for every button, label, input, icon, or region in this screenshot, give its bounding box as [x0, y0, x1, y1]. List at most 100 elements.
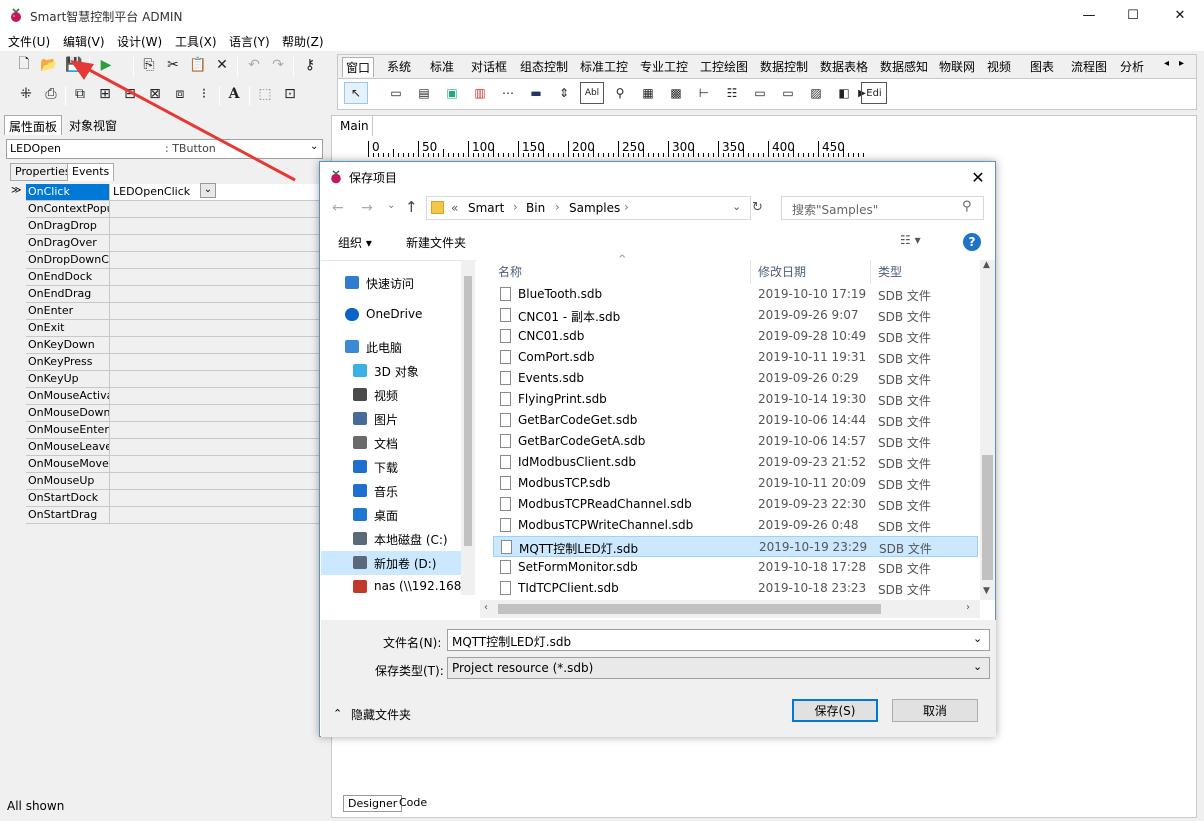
event-row[interactable]: OnKeyUp	[10, 371, 320, 388]
event-row[interactable]: OnMouseDown	[10, 405, 320, 422]
palette-tab-system[interactable]: 系统	[384, 57, 414, 77]
dialog-close-icon[interactable]: ✕	[962, 163, 994, 191]
page-icon[interactable]: ▨	[804, 82, 828, 104]
event-row[interactable]: OnEnter	[10, 303, 320, 320]
event-handler-value[interactable]	[110, 320, 320, 337]
event-row[interactable]: OnDragDrop	[10, 218, 320, 235]
event-row[interactable]: OnMouseEnter	[10, 422, 320, 439]
palette-tab-drawing[interactable]: 工控绘图	[697, 57, 751, 77]
palette-tab-standard[interactable]: 标准	[427, 57, 457, 77]
event-name[interactable]: OnContextPopup	[26, 201, 110, 218]
event-handler-value[interactable]	[110, 490, 320, 507]
event-row[interactable]: OnEndDock	[10, 269, 320, 286]
event-handler-value[interactable]	[110, 405, 320, 422]
palette-tab-video[interactable]: 视频	[984, 57, 1014, 77]
palette-tab-std-industrial[interactable]: 标准工控	[577, 57, 631, 77]
event-handler-value[interactable]	[110, 422, 320, 439]
palette-scroll-right-icon[interactable]: ▸	[1176, 57, 1187, 77]
event-row[interactable]: OnMouseUp	[10, 473, 320, 490]
event-name[interactable]: OnKeyPress	[26, 354, 110, 371]
file-row[interactable]: CNC01.sdb 2019-09-28 10:49 SDB 文件	[493, 326, 978, 347]
popup-menu-icon[interactable]: ▤	[412, 82, 436, 104]
nav-item[interactable]: 3D 对象	[321, 359, 461, 383]
filename-input[interactable]: MQTT控制LED灯.sdb ⌄	[447, 629, 990, 651]
event-row[interactable]: OnStartDock	[10, 490, 320, 507]
image-icon[interactable]: ▣	[440, 82, 464, 104]
breadcrumb-smart[interactable]: Smart	[468, 201, 504, 215]
edit-icon[interactable]: ▭	[748, 82, 772, 104]
event-handler-value[interactable]	[110, 371, 320, 388]
event-handler-value[interactable]	[110, 456, 320, 473]
nav-item[interactable]: 新加卷 (D:)	[321, 551, 461, 575]
nav-item[interactable]: 视频	[321, 383, 461, 407]
palette-tab-flowchart[interactable]: 流程图	[1068, 57, 1110, 77]
event-handler-value[interactable]	[110, 235, 320, 252]
scroll-thumb[interactable]	[982, 455, 993, 580]
file-list-hscrollbar[interactable]: ‹ ›	[480, 600, 980, 618]
nav-item[interactable]: 桌面	[321, 503, 461, 527]
search-input[interactable]: 搜索"Samples" ⚲	[781, 196, 984, 220]
event-name[interactable]: OnMouseLeave	[26, 439, 110, 456]
event-row[interactable]: OnStartDrag	[10, 507, 320, 524]
frame-icon[interactable]: ◧	[832, 82, 856, 104]
event-row[interactable]: OnContextPopup	[10, 201, 320, 218]
minimize-button[interactable]: —	[1066, 0, 1112, 31]
event-name[interactable]: OnStartDock	[26, 490, 110, 507]
palette-tab-analysis[interactable]: 分析	[1117, 57, 1147, 77]
palette-edit-label[interactable]: Edi	[861, 82, 887, 104]
calendar-icon[interactable]: ▩	[664, 82, 688, 104]
event-row[interactable]: OnMouseMove	[10, 456, 320, 473]
event-name[interactable]: OnEndDock	[26, 269, 110, 286]
file-row[interactable]: ModbusTCPReadChannel.sdb 2019-09-23 22:30…	[493, 494, 978, 515]
combo-icon[interactable]: ▭	[776, 82, 800, 104]
event-name[interactable]: OnMouseActivate	[26, 388, 110, 405]
scroll-right-icon[interactable]: ›	[966, 602, 970, 613]
event-row[interactable]: OnKeyPress	[10, 354, 320, 371]
maximize-button[interactable]: ☐	[1110, 0, 1156, 31]
tab-main[interactable]: Main	[331, 115, 373, 136]
file-row[interactable]: ModbusTCPWriteChannel.sdb 2019-09-26 0:48…	[493, 515, 978, 536]
new-file-icon[interactable]: 🗋	[13, 54, 35, 76]
event-row[interactable]: OnExit	[10, 320, 320, 337]
event-row[interactable]: OnDropDownClic	[10, 252, 320, 269]
updown-icon[interactable]: ⇕	[552, 82, 576, 104]
palette-tab-dialog[interactable]: 对话框	[468, 57, 510, 77]
hint-icon[interactable]: ⚲	[608, 82, 632, 104]
file-row[interactable]: GetBarCodeGet.sdb 2019-10-06 14:44 SDB 文件	[493, 410, 978, 431]
event-row[interactable]: OnDragOver	[10, 235, 320, 252]
scroll-down-icon[interactable]: ▼	[983, 586, 990, 596]
event-name[interactable]: OnMouseDown	[26, 405, 110, 422]
statusbar-icon[interactable]: ▬	[524, 82, 548, 104]
navigation-scrollbar[interactable]	[461, 260, 475, 595]
event-handler-value[interactable]	[110, 354, 320, 371]
nav-item[interactable]: 下载	[321, 455, 461, 479]
label-icon[interactable]: Abl	[580, 82, 604, 104]
event-name[interactable]: OnExit	[26, 320, 110, 337]
chevron-up-icon[interactable]: ⌃	[333, 707, 342, 720]
event-name[interactable]: OnMouseEnter	[26, 422, 110, 439]
menu-tools[interactable]: 工具(X)	[175, 33, 217, 50]
tab-code[interactable]: Code	[395, 795, 431, 810]
save-button[interactable]: 保存(S)	[792, 699, 878, 722]
list-icon[interactable]: ☷	[720, 82, 744, 104]
file-row[interactable]: SetFormMonitor.sdb 2019-10-18 17:28 SDB 文件	[493, 557, 978, 578]
event-name[interactable]: OnMouseUp	[26, 473, 110, 490]
event-row[interactable]: OnMouseLeave	[10, 439, 320, 456]
file-row[interactable]: MQTT控制LED灯.sdb 2019-10-19 23:29 SDB 文件	[493, 536, 978, 557]
event-name[interactable]: OnStartDrag	[26, 507, 110, 524]
filetype-select[interactable]: Project resource (*.sdb) ⌄	[447, 657, 990, 679]
hide-folders-toggle[interactable]: 隐藏文件夹	[351, 706, 411, 723]
nav-item[interactable]: OneDrive	[321, 303, 461, 327]
open-folder-icon[interactable]: 📂	[38, 54, 60, 76]
nav-item[interactable]: 本地磁盘 (C:)	[321, 527, 461, 551]
nav-item[interactable]: 文档	[321, 431, 461, 455]
forward-arrow-icon[interactable]: →	[361, 200, 373, 216]
event-name[interactable]: OnDragDrop	[26, 218, 110, 235]
help-icon[interactable]: ?	[963, 233, 981, 251]
event-name[interactable]: OnEndDrag	[26, 286, 110, 303]
nav-item[interactable]: 快速访问	[321, 271, 461, 295]
file-row[interactable]: TIdTCPClient.sdb 2019-10-18 23:23 SDB 文件	[493, 578, 978, 599]
view-options-icon[interactable]: ☷ ▾	[900, 233, 921, 247]
palette-tab-window[interactable]: 窗口	[342, 57, 375, 77]
palette-tab-data-control[interactable]: 数据控制	[757, 57, 811, 77]
